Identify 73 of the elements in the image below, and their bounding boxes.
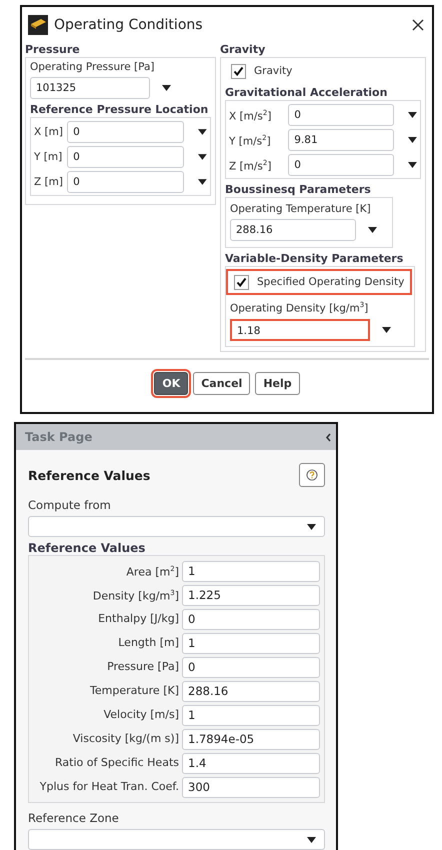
collapse-chevron-icon[interactable] bbox=[325, 432, 332, 442]
dropdown-arrow-icon[interactable] bbox=[198, 128, 207, 134]
input-field[interactable]: 1 bbox=[182, 704, 320, 726]
section-heading: Boussinesq Parameters bbox=[225, 183, 372, 197]
input-field[interactable]: 1.7894e-05 bbox=[182, 728, 320, 750]
input-field[interactable]: 288.16 bbox=[230, 219, 356, 241]
dropdown-arrow-icon[interactable] bbox=[162, 85, 171, 91]
field-label: Length [m] bbox=[117, 636, 179, 650]
section-heading: Gravitational Acceleration bbox=[225, 86, 388, 100]
help-button[interactable] bbox=[299, 463, 325, 487]
input-field[interactable]: 1 bbox=[182, 560, 320, 582]
section-heading: Gravity bbox=[220, 43, 266, 57]
dropdown-arrow-icon[interactable] bbox=[382, 326, 391, 332]
checkbox[interactable] bbox=[231, 64, 246, 78]
field-label: Velocity [m/s] bbox=[102, 708, 179, 722]
dialog-button[interactable]: Cancel bbox=[193, 372, 250, 394]
dialog-button[interactable]: Help bbox=[255, 372, 300, 394]
input-field[interactable]: 0 bbox=[67, 120, 184, 142]
close-icon[interactable] bbox=[412, 19, 424, 31]
field-label: Z [m/s$^{2}$] bbox=[229, 158, 272, 174]
field-label: Density [kg/m$^{3}$] bbox=[92, 588, 179, 604]
dropdown-arrow-icon[interactable] bbox=[307, 836, 316, 842]
field-label: Z [m] bbox=[34, 174, 64, 188]
section-heading: Pressure bbox=[25, 43, 81, 57]
section-heading: Reference Pressure Location bbox=[30, 103, 210, 117]
field-label: X [m] bbox=[34, 124, 64, 138]
field-label: Operating Temperature [K] bbox=[230, 202, 372, 216]
field-label: Area [m$^{2}$] bbox=[125, 564, 179, 580]
input-field[interactable]: 0 bbox=[67, 170, 184, 192]
dropdown-arrow-icon[interactable] bbox=[408, 112, 417, 118]
dropdown-arrow-icon[interactable] bbox=[368, 227, 377, 233]
panel-title: Task Page bbox=[25, 430, 92, 444]
input-field[interactable]: 101325 bbox=[30, 77, 150, 99]
window-title: Operating Conditions bbox=[54, 17, 204, 33]
dropdown-field[interactable] bbox=[28, 516, 325, 537]
field-label: Temperature [K] bbox=[89, 684, 179, 698]
input-field[interactable]: 1 bbox=[182, 632, 320, 654]
input-field[interactable]: 1.225 bbox=[182, 584, 320, 606]
field-label: Reference Zone bbox=[28, 811, 120, 826]
input-field[interactable]: 0 bbox=[67, 146, 184, 168]
input-field[interactable]: 0 bbox=[288, 154, 394, 176]
checkbox-label: Specified Operating Density bbox=[257, 275, 404, 289]
field-label: Yplus for Heat Tran. Coef. bbox=[38, 780, 179, 794]
input-field[interactable]: 0 bbox=[288, 104, 394, 126]
dropdown-arrow-icon[interactable] bbox=[408, 162, 417, 168]
input-field[interactable]: 288.16 bbox=[182, 680, 320, 702]
field-label: Viscosity [kg/(m s)] bbox=[72, 732, 179, 746]
dropdown-arrow-icon[interactable] bbox=[198, 178, 207, 184]
page-heading: Reference Values bbox=[28, 468, 150, 482]
field-label: Enthalpy [J/kg] bbox=[97, 612, 179, 626]
field-label: Compute from bbox=[28, 498, 112, 513]
field-label: Pressure [Pa] bbox=[106, 660, 179, 674]
input-field[interactable]: 300 bbox=[182, 776, 320, 798]
dropdown-arrow-icon[interactable] bbox=[198, 154, 207, 160]
checkbox-label: Gravity bbox=[254, 64, 292, 78]
field-label: Ratio of Specific Heats bbox=[54, 756, 179, 770]
field-label: X [m/s$^{2}$] bbox=[229, 108, 272, 124]
dropdown-arrow-icon[interactable] bbox=[307, 524, 316, 530]
input-field[interactable]: 0 bbox=[182, 608, 320, 630]
section-heading: Variable-Density Parameters bbox=[225, 252, 404, 266]
field-label: Operating Density [kg/m$^{3}$] bbox=[230, 300, 370, 316]
field-label: Y [m] bbox=[34, 150, 64, 164]
field-label: Operating Pressure [Pa] bbox=[30, 60, 156, 74]
input-field[interactable]: 9.81 bbox=[288, 128, 394, 150]
section-heading: Reference Values bbox=[28, 541, 146, 555]
field-label: Y [m/s$^{2}$] bbox=[229, 132, 272, 148]
input-field[interactable]: 1.18 bbox=[230, 318, 370, 340]
input-field[interactable]: 1.4 bbox=[182, 752, 320, 774]
app-icon bbox=[28, 15, 48, 35]
dropdown-field[interactable] bbox=[28, 829, 325, 850]
checkbox[interactable] bbox=[234, 274, 249, 290]
input-field[interactable]: 0 bbox=[182, 656, 320, 678]
dropdown-arrow-icon[interactable] bbox=[408, 136, 417, 142]
